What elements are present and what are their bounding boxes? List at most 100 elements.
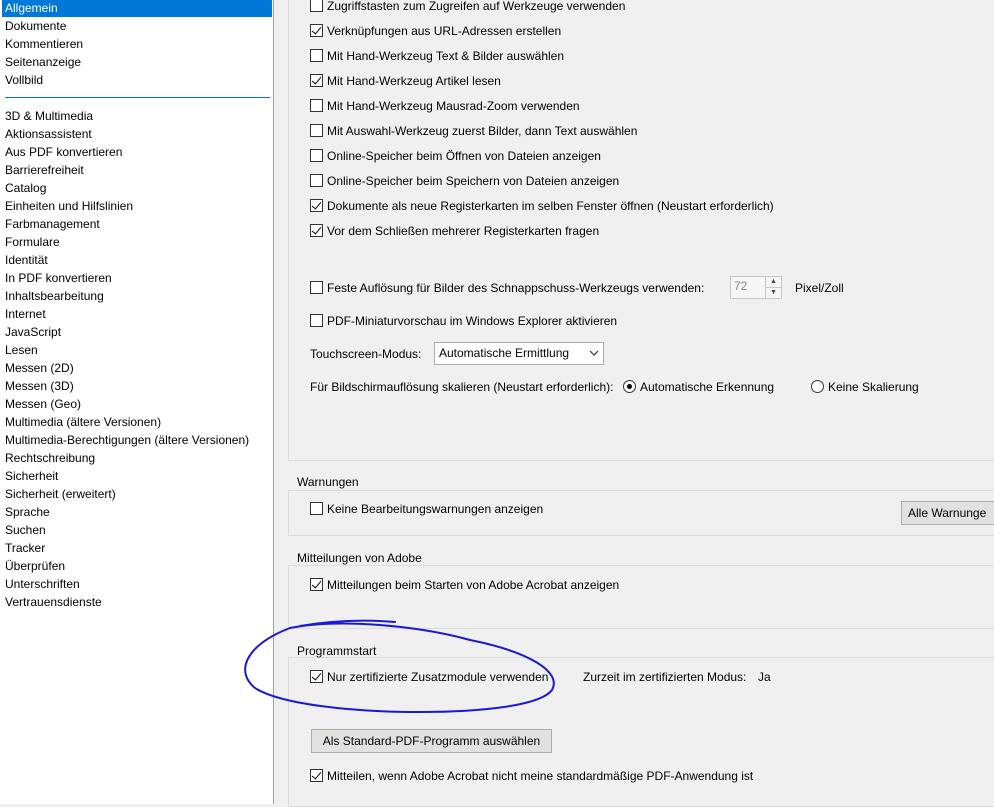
sidebar-item[interactable]: Barrierefreiheit: [2, 161, 272, 179]
thumbnail-preview-option[interactable]: PDF-Miniaturvorschau im Windows Explorer…: [310, 312, 617, 330]
sidebar-item[interactable]: Lesen: [2, 341, 272, 359]
sidebar-item[interactable]: Seitenanzeige: [2, 53, 272, 71]
sidebar-item[interactable]: Rechtschreibung: [2, 449, 272, 467]
checkbox[interactable]: [310, 74, 323, 87]
checkbox-label: Mit Hand-Werkzeug Text & Bilder auswähle…: [327, 49, 564, 63]
sidebar-item[interactable]: Internet: [2, 305, 272, 323]
sidebar-item[interactable]: Sicherheit (erweitert): [2, 485, 272, 503]
sidebar-item[interactable]: Multimedia (ältere Versionen): [2, 413, 272, 431]
sidebar-item[interactable]: Vertrauensdienste: [2, 593, 272, 611]
radio-label: Keine Skalierung: [828, 380, 919, 394]
checkbox-label: Feste Auflösung für Bilder des Schnappsc…: [327, 281, 705, 295]
checkbox-label: Nur zertifizierte Zusatzmodule verwenden: [327, 670, 549, 684]
general-option[interactable]: Mit Auswahl-Werkzeug zuerst Bilder, dann…: [310, 122, 637, 140]
adobe-messages-title: Mitteilungen von Adobe: [297, 551, 422, 565]
touchscreen-label: Touchscreen-Modus:: [310, 347, 422, 361]
scaling-option-auto[interactable]: Automatische Erkennung: [623, 378, 774, 396]
set-default-pdf-button[interactable]: Als Standard-PDF-Programm auswählen: [311, 729, 552, 753]
checkbox-label: Keine Bearbeitungswarnungen anzeigen: [327, 502, 544, 516]
sidebar-item[interactable]: Allgemein: [2, 0, 272, 17]
adobe-messages-option[interactable]: Mitteilungen beim Starten von Adobe Acro…: [310, 576, 619, 594]
checkbox-label: Verknüpfungen aus URL-Adressen erstellen: [327, 24, 562, 38]
startup-title: Programmstart: [297, 644, 377, 658]
certified-plugins-option[interactable]: Nur zertifizierte Zusatzmodule verwenden: [310, 668, 548, 686]
sidebar-item[interactable]: 3D & Multimedia: [2, 107, 272, 125]
general-option[interactable]: Mit Hand-Werkzeug Text & Bilder auswähle…: [310, 47, 564, 65]
checkbox[interactable]: [310, 769, 323, 782]
checkbox[interactable]: [310, 314, 323, 327]
spin-down-icon[interactable]: ▼: [765, 288, 781, 298]
checkbox[interactable]: [310, 49, 323, 62]
radio-button[interactable]: [811, 380, 824, 393]
reset-all-warnings-button[interactable]: Alle Warnunge: [901, 501, 994, 525]
no-edit-warnings-option[interactable]: Keine Bearbeitungswarnungen anzeigen: [310, 500, 543, 518]
sidebar-item[interactable]: Messen (3D): [2, 377, 272, 395]
checkbox[interactable]: [310, 124, 323, 137]
general-option[interactable]: Dokumente als neue Registerkarten im sel…: [310, 197, 774, 215]
resolution-spinner[interactable]: 72 ▲ ▼: [730, 276, 782, 299]
checkbox[interactable]: [310, 99, 323, 112]
checkbox[interactable]: [310, 578, 323, 591]
sidebar-separator: [5, 97, 270, 98]
checkbox-label: Vor dem Schließen mehrerer Registerkarte…: [327, 224, 600, 238]
general-option[interactable]: Verknüpfungen aus URL-Adressen erstellen: [310, 22, 561, 40]
sidebar-item[interactable]: Sprache: [2, 503, 272, 521]
touchscreen-mode-value: Automatische Ermittlung: [439, 346, 570, 360]
radio-label: Automatische Erkennung: [640, 380, 775, 394]
general-option[interactable]: Zugriffstasten zum Zugreifen auf Werkzeu…: [310, 0, 625, 15]
sidebar-item[interactable]: Aktionsassistent: [2, 125, 272, 143]
checkbox[interactable]: [310, 670, 323, 683]
sidebar-item[interactable]: Tracker: [2, 539, 272, 557]
checkbox[interactable]: [310, 24, 323, 37]
checkbox[interactable]: [310, 281, 323, 294]
general-option[interactable]: Online-Speicher beim Speichern von Datei…: [310, 172, 619, 190]
general-option[interactable]: Mit Hand-Werkzeug Mausrad-Zoom verwenden: [310, 97, 580, 115]
scaling-option-none[interactable]: Keine Skalierung: [811, 378, 919, 396]
checkbox[interactable]: [310, 199, 323, 212]
sidebar-item[interactable]: Sicherheit: [2, 467, 272, 485]
general-option[interactable]: Online-Speicher beim Öffnen von Dateien …: [310, 147, 601, 165]
checkbox-label: PDF-Miniaturvorschau im Windows Explorer…: [327, 314, 618, 328]
checkbox-label: Mitteilungen beim Starten von Adobe Acro…: [327, 578, 620, 592]
resolution-unit: Pixel/Zoll: [795, 281, 844, 295]
general-option[interactable]: Vor dem Schließen mehrerer Registerkarte…: [310, 222, 599, 240]
sidebar-item[interactable]: Formulare: [2, 233, 272, 251]
checkbox-label: Mit Hand-Werkzeug Artikel lesen: [327, 74, 501, 88]
certified-mode-label: Zurzeit im zertifizierten Modus:: [583, 670, 747, 684]
sidebar-item[interactable]: Farbmanagement: [2, 215, 272, 233]
preferences-category-list[interactable]: Allgemein Dokumente Kommentieren Seitenanze…: [0, 0, 274, 804]
sidebar-item[interactable]: Kommentieren: [2, 35, 272, 53]
touchscreen-mode-select[interactable]: Automatische Ermittlung: [434, 342, 604, 365]
sidebar-item[interactable]: JavaScript: [2, 323, 272, 341]
sidebar-item[interactable]: Unterschriften: [2, 575, 272, 593]
checkbox[interactable]: [310, 149, 323, 162]
sidebar-item[interactable]: Inhaltsbearbeitung: [2, 287, 272, 305]
sidebar-item[interactable]: Vollbild: [2, 71, 272, 89]
sidebar-item[interactable]: Catalog: [2, 179, 272, 197]
checkbox-label: Mit Auswahl-Werkzeug zuerst Bilder, dann…: [327, 124, 638, 138]
checkbox[interactable]: [310, 174, 323, 187]
sidebar-item[interactable]: Aus PDF konvertieren: [2, 143, 272, 161]
sidebar-item[interactable]: Messen (Geo): [2, 395, 272, 413]
sidebar-item[interactable]: Identität: [2, 251, 272, 269]
sidebar-item[interactable]: Überprüfen: [2, 557, 272, 575]
checkbox-label: Dokumente als neue Registerkarten im sel…: [327, 199, 774, 213]
checkbox[interactable]: [310, 224, 323, 237]
adobe-messages-panel: [288, 565, 994, 629]
checkbox[interactable]: [310, 0, 323, 12]
general-option[interactable]: Mit Hand-Werkzeug Artikel lesen: [310, 72, 501, 90]
sidebar-item[interactable]: Suchen: [2, 521, 272, 539]
checkbox-label: Online-Speicher beim Öffnen von Dateien …: [327, 149, 601, 163]
radio-button[interactable]: [623, 380, 636, 393]
sidebar-item[interactable]: Einheiten und Hilfslinien: [2, 197, 272, 215]
sidebar-item[interactable]: In PDF konvertieren: [2, 269, 272, 287]
sidebar-item[interactable]: Messen (2D): [2, 359, 272, 377]
checkbox-label: Zugriffstasten zum Zugreifen auf Werkzeu…: [327, 0, 626, 13]
sidebar-item[interactable]: Dokumente: [2, 17, 272, 35]
notify-default-option[interactable]: Mitteilen, wenn Adobe Acrobat nicht mein…: [310, 767, 753, 785]
checkbox-label: Online-Speicher beim Speichern von Datei…: [327, 174, 620, 188]
spin-up-icon[interactable]: ▲: [765, 277, 781, 288]
checkbox[interactable]: [310, 502, 323, 515]
fixed-resolution-option[interactable]: Feste Auflösung für Bilder des Schnappsc…: [310, 279, 704, 297]
sidebar-item[interactable]: Multimedia-Berechtigungen (ältere Versio…: [2, 431, 272, 449]
